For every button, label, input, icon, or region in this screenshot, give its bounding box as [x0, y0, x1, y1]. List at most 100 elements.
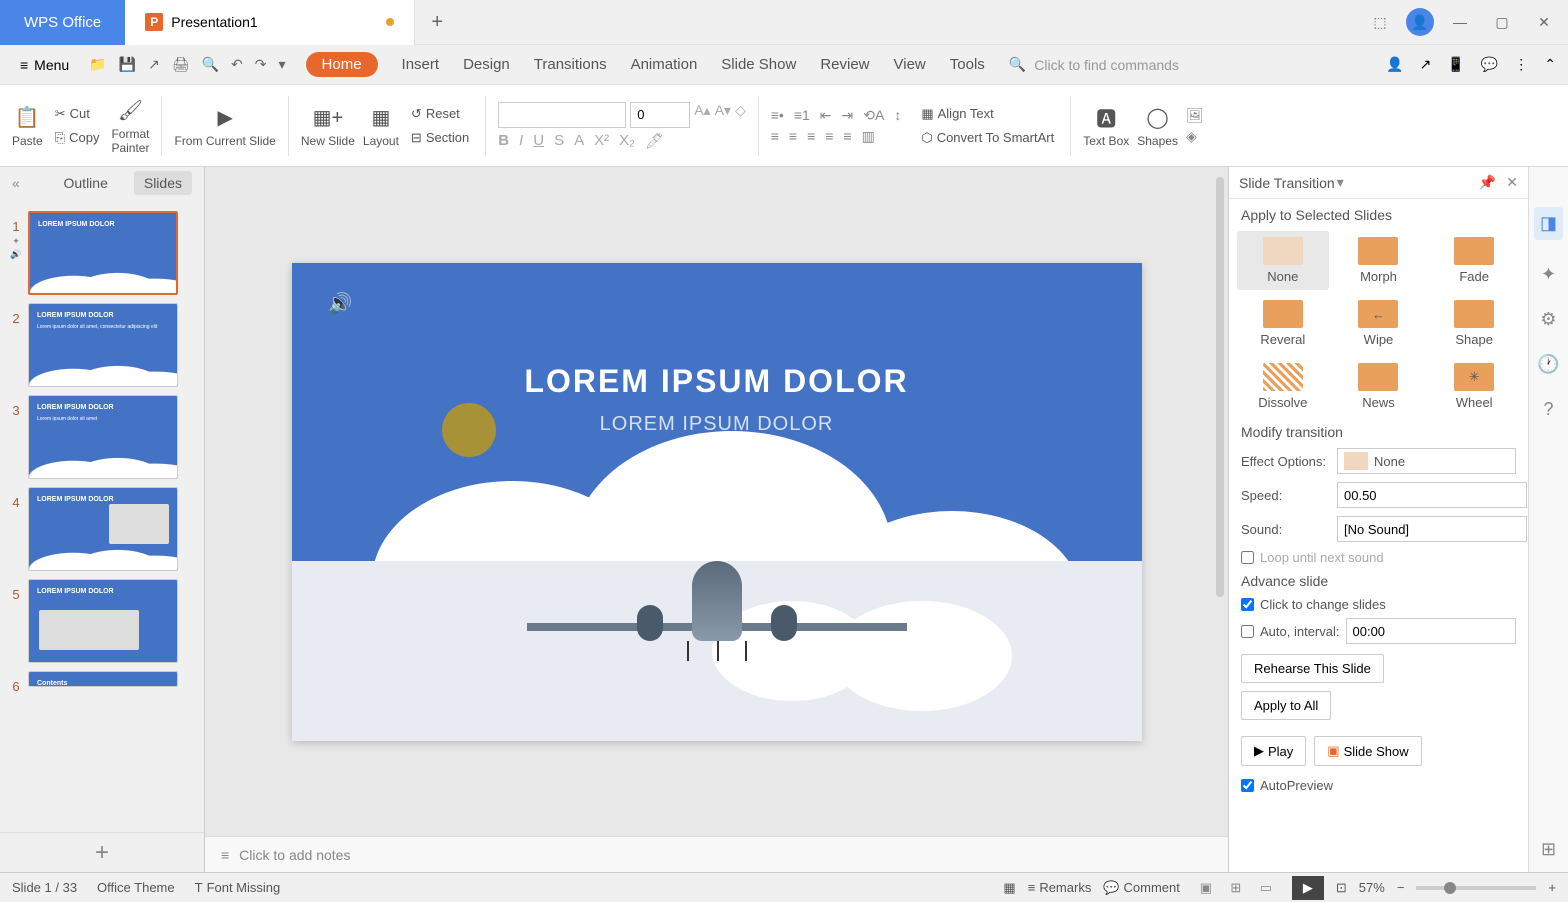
align-text-button[interactable]: ▦Align Text	[917, 104, 1058, 124]
font-missing-warning[interactable]: TFont Missing	[195, 880, 281, 895]
speaker-icon[interactable]: 🔊	[328, 291, 353, 316]
window-layout-icon[interactable]: ⬚	[1364, 6, 1396, 38]
tab-tools[interactable]: Tools	[950, 56, 985, 73]
cut-button[interactable]: ✂Cut	[51, 104, 104, 124]
justify-icon[interactable]: ≡	[825, 128, 833, 145]
document-tab[interactable]: P Presentation1	[125, 0, 414, 45]
transition-news[interactable]: News	[1333, 357, 1425, 416]
font-color-icon[interactable]: A	[574, 132, 584, 150]
italic-icon[interactable]: I	[519, 132, 523, 150]
slide-thumb-3[interactable]: LOREM IPSUM DOLORLorem ipsum dolor sit a…	[28, 395, 178, 479]
zoom-slider[interactable]	[1416, 886, 1536, 890]
slideshow-play-button[interactable]: ▶	[1292, 876, 1324, 900]
align-left-icon[interactable]: ≡	[771, 128, 779, 145]
slide-canvas[interactable]: 🔊 LOREM IPSUM DOLOR LOREM IPSUM DOLOR	[292, 263, 1142, 741]
tab-view[interactable]: View	[894, 56, 926, 73]
sorter-view-icon[interactable]: ⊞	[1222, 876, 1250, 900]
font-family-input[interactable]	[498, 102, 626, 128]
superscript-icon[interactable]: X²	[594, 132, 609, 150]
close-pane-icon[interactable]: ✕	[1506, 174, 1518, 191]
phone-icon[interactable]: 📱	[1447, 56, 1464, 73]
redo-icon[interactable]: ↷	[255, 56, 267, 73]
clear-format-icon[interactable]: ◇	[735, 102, 746, 128]
outline-tab[interactable]: Outline	[54, 171, 118, 195]
zoom-in-icon[interactable]: +	[1548, 880, 1556, 895]
user-avatar-icon[interactable]: 👤	[1406, 8, 1434, 36]
transition-dissolve[interactable]: Dissolve	[1237, 357, 1329, 416]
zoom-level[interactable]: 57%	[1359, 880, 1385, 895]
transition-wheel[interactable]: ✳Wheel	[1428, 357, 1520, 416]
copy-button[interactable]: ⎘Copy	[51, 128, 104, 148]
slide-thumb-1[interactable]: LOREM IPSUM DOLOR	[28, 211, 178, 295]
vertical-scrollbar[interactable]	[1216, 177, 1224, 597]
slide-thumb-5[interactable]: LOREM IPSUM DOLOR	[28, 579, 178, 663]
more-icon[interactable]: ⋮	[1514, 56, 1528, 73]
print-icon[interactable]: 🖨	[172, 56, 190, 73]
tab-animation[interactable]: Animation	[631, 56, 698, 73]
underline-icon[interactable]: U	[533, 132, 544, 150]
effects-panel-icon[interactable]: ✦	[1541, 264, 1556, 285]
decrease-font-icon[interactable]: A▾	[715, 102, 731, 128]
speed-input[interactable]	[1337, 482, 1527, 508]
customize-toolbar-icon[interactable]: ▾	[279, 56, 286, 73]
transition-none[interactable]: None	[1237, 231, 1329, 290]
bullets-icon[interactable]: ≡•	[771, 107, 784, 124]
tab-transitions[interactable]: Transitions	[534, 56, 607, 73]
slide-thumb-2[interactable]: LOREM IPSUM DOLORLorem ipsum dolor sit a…	[28, 303, 178, 387]
picture-icon[interactable]: 🖼	[1186, 107, 1204, 124]
decrease-indent-icon[interactable]: ⇤	[820, 107, 832, 124]
main-menu-button[interactable]: ≡ Menu	[12, 53, 77, 77]
subscript-icon[interactable]: X₂	[619, 132, 635, 150]
close-icon[interactable]: ✕	[1528, 6, 1560, 38]
transition-fade[interactable]: Fade	[1428, 231, 1520, 290]
new-slide-button[interactable]: ▦+ New Slide	[301, 104, 355, 148]
pane-title[interactable]: Slide Transition	[1239, 175, 1335, 191]
auto-interval-checkbox[interactable]	[1241, 625, 1254, 638]
zoom-out-icon[interactable]: −	[1397, 880, 1405, 895]
app-tab[interactable]: WPS Office	[0, 0, 125, 45]
numbering-icon[interactable]: ≡1	[794, 107, 810, 124]
increase-font-icon[interactable]: A▴	[694, 102, 710, 128]
undo-icon[interactable]: ↶	[231, 56, 243, 73]
minimize-icon[interactable]: —	[1444, 6, 1476, 38]
remarks-button[interactable]: ≡Remarks	[1028, 880, 1092, 895]
maximize-icon[interactable]: ▢	[1486, 6, 1518, 38]
comments-icon[interactable]: 💬	[1481, 56, 1498, 73]
paste-button[interactable]: 📋 Paste	[12, 104, 43, 148]
transition-wipe[interactable]: ←Wipe	[1333, 294, 1425, 353]
line-spacing-icon[interactable]: ↕	[894, 107, 901, 124]
open-icon[interactable]: 📁	[89, 56, 106, 73]
layout-button[interactable]: ▦ Layout	[363, 104, 399, 148]
distribute-icon[interactable]: ≡	[843, 128, 851, 145]
text-direction-icon[interactable]: ⟲A	[863, 107, 884, 124]
command-search[interactable]: 🔍 Click to find commands	[1009, 56, 1179, 73]
slide-title[interactable]: LOREM IPSUM DOLOR	[292, 363, 1142, 400]
align-right-icon[interactable]: ≡	[807, 128, 815, 145]
shapes-button[interactable]: ◯ Shapes	[1137, 104, 1178, 148]
transition-panel-icon[interactable]: ◨	[1534, 207, 1563, 240]
collapse-panel-icon[interactable]: «	[12, 175, 20, 191]
convert-smartart-button[interactable]: ⬡Convert To SmartArt	[917, 128, 1058, 148]
click-change-checkbox[interactable]	[1241, 598, 1254, 611]
bold-icon[interactable]: B	[498, 132, 509, 150]
more-shapes-icon[interactable]: ◈	[1186, 128, 1204, 145]
slide-thumb-6[interactable]: Contents	[28, 671, 178, 687]
text-box-button[interactable]: 🅰 Text Box	[1083, 104, 1129, 148]
increase-indent-icon[interactable]: ⇥	[842, 107, 854, 124]
reading-view-icon[interactable]: ▭	[1252, 876, 1280, 900]
apply-all-button[interactable]: Apply to All	[1241, 691, 1331, 720]
tab-home[interactable]: Home	[306, 52, 378, 77]
collapse-ribbon-icon[interactable]: ⌃	[1544, 56, 1556, 73]
transition-reveral[interactable]: Reveral	[1237, 294, 1329, 353]
tab-review[interactable]: Review	[820, 56, 869, 73]
autopreview-checkbox[interactable]	[1241, 779, 1254, 792]
play-transition-button[interactable]: ▶Play	[1241, 736, 1306, 766]
highlight-icon[interactable]: 🖊	[645, 132, 664, 150]
slide-thumb-4[interactable]: LOREM IPSUM DOLOR	[28, 487, 178, 571]
section-button[interactable]: ⊟Section	[407, 128, 473, 148]
tab-insert[interactable]: Insert	[402, 56, 440, 73]
new-tab-button[interactable]: +	[415, 0, 460, 45]
font-size-input[interactable]	[630, 102, 690, 128]
user-icon[interactable]: 👤	[1386, 56, 1403, 73]
normal-view-icon[interactable]: ▣	[1192, 876, 1220, 900]
